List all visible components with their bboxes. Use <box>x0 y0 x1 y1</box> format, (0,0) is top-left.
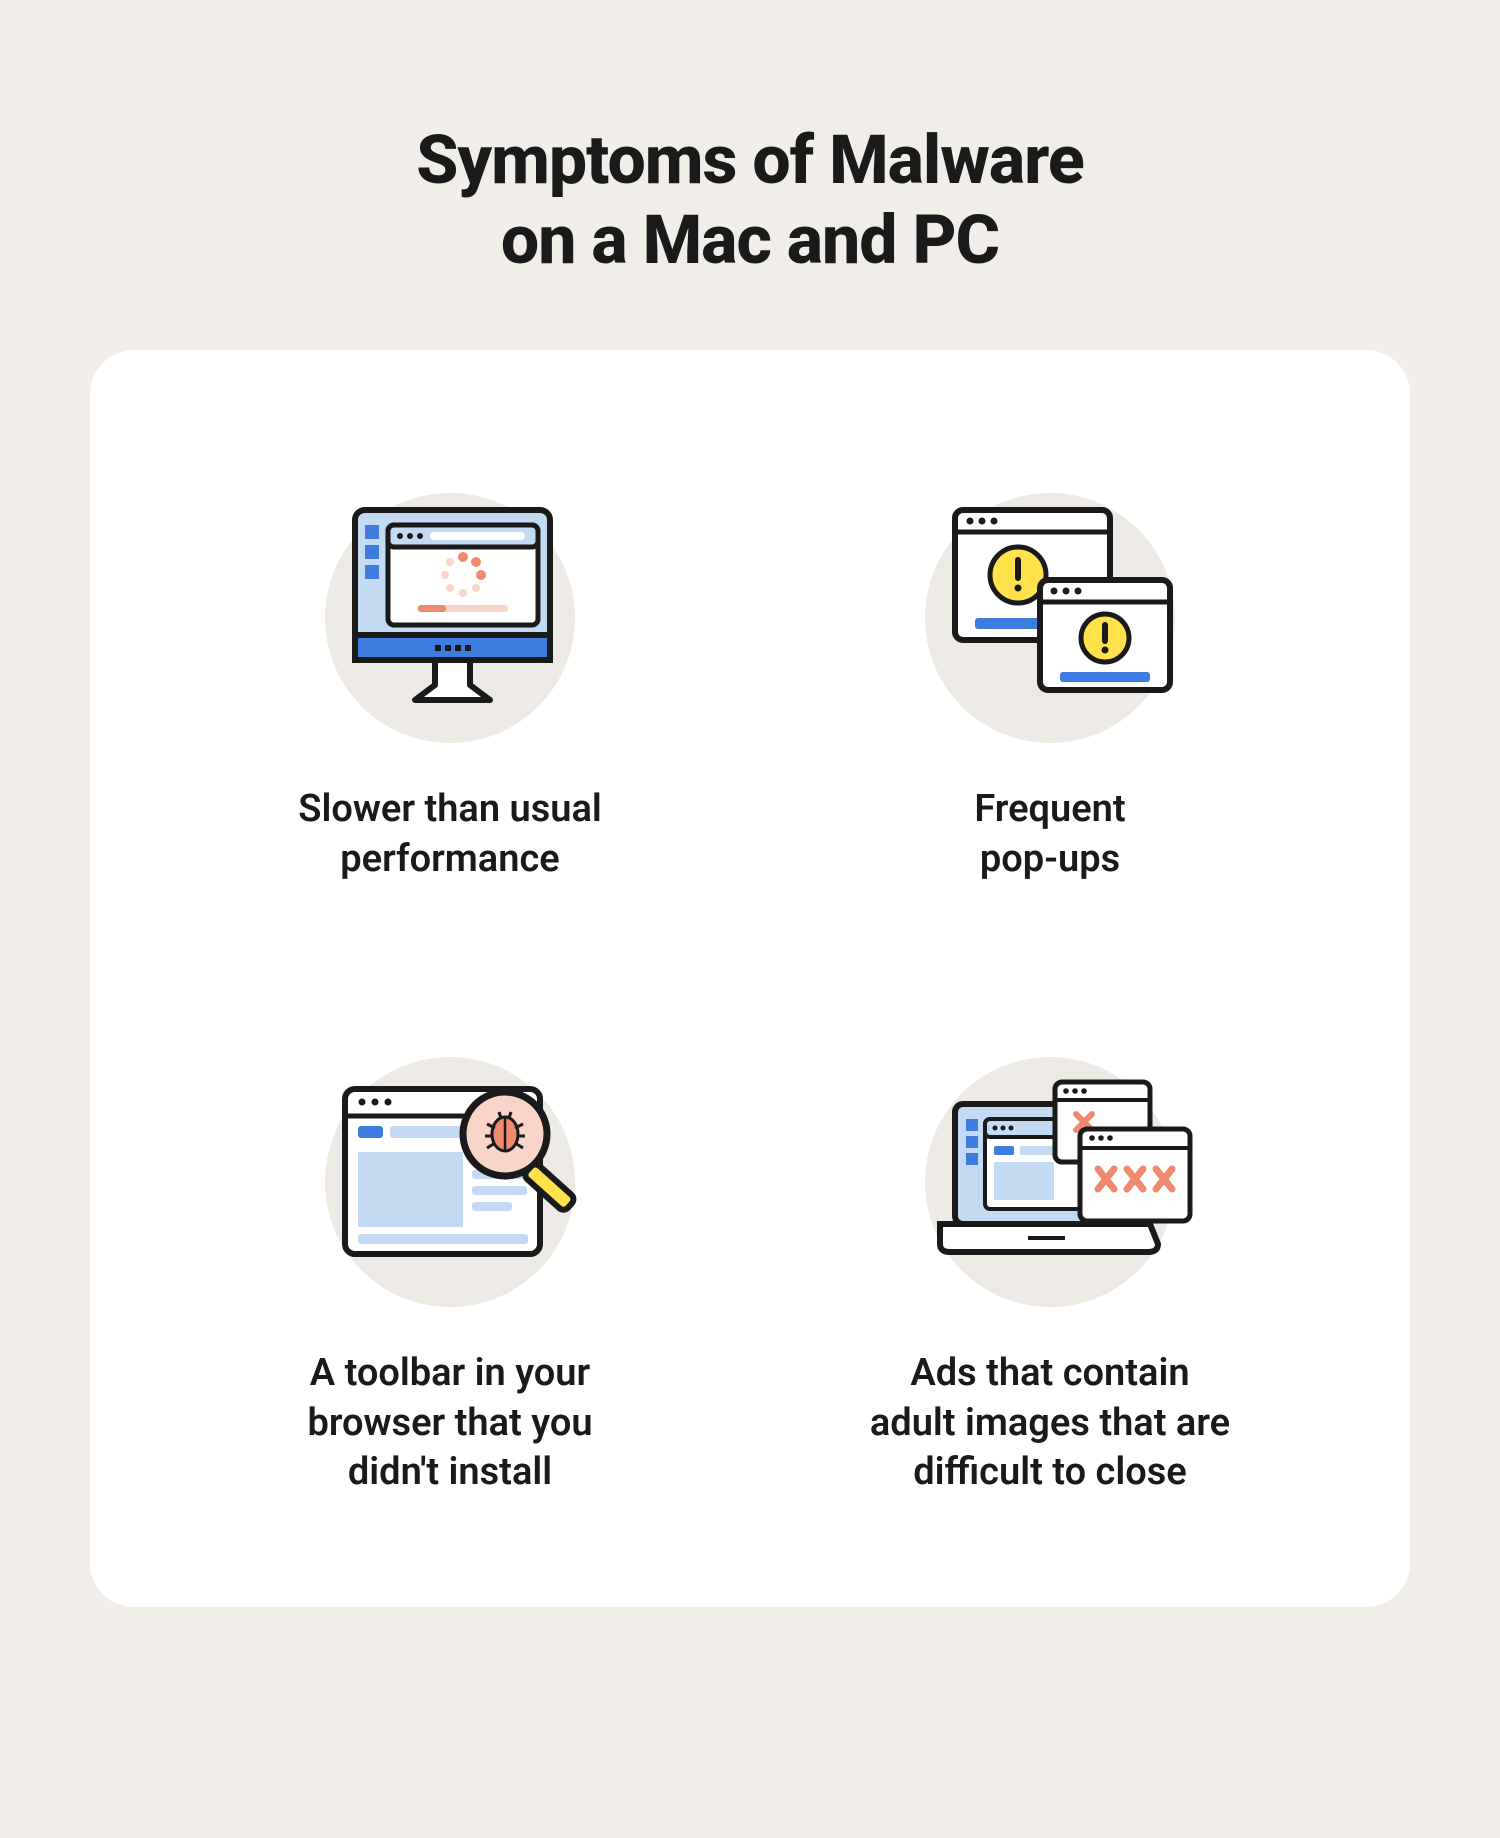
symptom-unknown-toolbar: A toolbar in your browser that you didn'… <box>170 1034 730 1497</box>
symptoms-card: Slower than usual performance <box>90 350 1410 1607</box>
slow-computer-icon <box>300 470 600 750</box>
symptom-frequent-popups: Frequent pop-ups <box>770 470 1330 884</box>
title-line-2: on a Mac and PC <box>501 200 999 280</box>
title-line-1: Symptoms of Malware <box>416 120 1084 200</box>
page-title: Symptoms of Malware on a Mac and PC <box>416 120 1084 280</box>
symptom-caption: Frequent pop-ups <box>974 785 1125 884</box>
popups-icon <box>900 470 1200 750</box>
symptom-caption: A toolbar in your browser that you didn'… <box>307 1349 592 1497</box>
symptom-slow-performance: Slower than usual performance <box>170 470 730 884</box>
symptom-adult-ads: Ads that contain adult images that are d… <box>770 1034 1330 1497</box>
symptom-caption: Ads that contain adult images that are d… <box>870 1349 1230 1497</box>
toolbar-bug-icon <box>300 1034 600 1314</box>
symptom-caption: Slower than usual performance <box>298 785 601 884</box>
adult-ads-icon <box>900 1034 1200 1314</box>
